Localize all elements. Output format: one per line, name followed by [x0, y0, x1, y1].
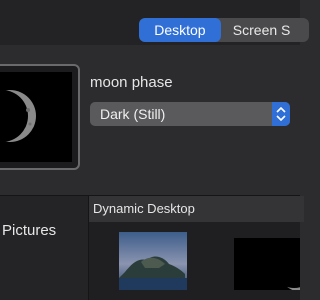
catalina-island-icon[interactable] [119, 232, 187, 290]
tab-segmented-control: Desktop Screen S [139, 18, 309, 42]
sidebar [0, 196, 88, 300]
selected-wallpaper-preview [0, 64, 80, 170]
sidebar-item-pictures[interactable]: Pictures [2, 222, 56, 239]
tab-screen-saver[interactable]: Screen S [221, 18, 309, 42]
wallpaper-caption: moon phase [90, 74, 173, 91]
appearance-popup-value: Dark (Still) [100, 106, 166, 122]
moon-icon[interactable] [234, 238, 300, 290]
wallpaper-grid [89, 222, 300, 300]
section-header: Dynamic Desktop [89, 196, 304, 222]
moon-icon [0, 72, 72, 162]
tab-desktop[interactable]: Desktop [139, 18, 221, 42]
appearance-popup[interactable]: Dark (Still) [90, 102, 290, 126]
chevron-updown-icon[interactable] [272, 102, 290, 126]
